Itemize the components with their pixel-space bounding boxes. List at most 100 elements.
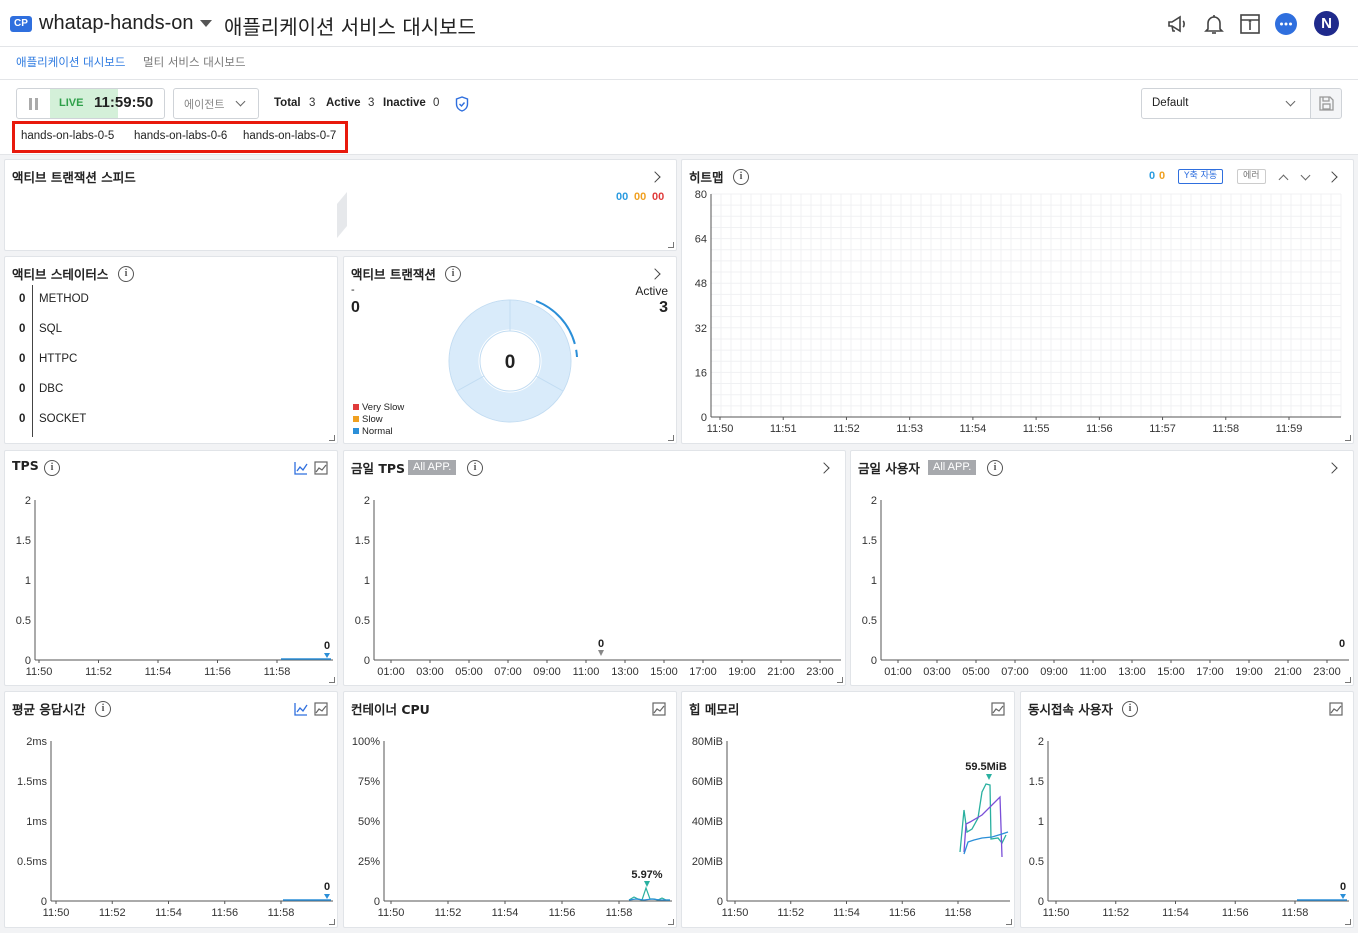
active-transaction-speed-panel: 액티브 트랜잭션 스피드 00 00 00 (4, 159, 677, 251)
y-tick-label: 2ms (26, 736, 47, 748)
project-dropdown-icon[interactable] (200, 20, 212, 27)
agent-select-label: 에이전트 (184, 98, 225, 111)
tab-multi-service-dashboard[interactable]: 멀티 서비스 대시보드 (143, 54, 246, 70)
resize-handle[interactable] (329, 677, 335, 683)
status-value: 0 (19, 413, 26, 425)
tps-panel: TPS i 2 1.5 1 0.5 0 11:50 11:52 11:54 11:56 11:58… (4, 450, 338, 686)
today-users-panel: 금일 사용자 All APP. i 2 1.5 1 0.5 0 01:00 03:00 05:… (850, 450, 1354, 686)
resize-handle[interactable] (1345, 919, 1351, 925)
bell-icon[interactable] (1202, 12, 1226, 36)
last-value-marker (324, 653, 330, 658)
active-count: 3 (659, 299, 668, 316)
x-tick-label: 23:00 (806, 666, 834, 678)
y-tick-label: 1 (871, 575, 877, 587)
y-tick-label: 60MiB (692, 776, 723, 788)
shield-icon[interactable] (455, 96, 469, 112)
resize-handle[interactable] (1345, 677, 1351, 683)
y-tick-label: 32 (695, 323, 707, 335)
user-avatar[interactable]: N (1314, 11, 1339, 36)
x-tick-label: 11:50 (722, 907, 749, 919)
chat-icon[interactable] (1274, 12, 1298, 36)
project-type-badge: CP (10, 16, 32, 32)
tps-chart: 21.510.5011:50 11:52 11:54 11:56 11:580 (16, 495, 333, 678)
pause-icon[interactable] (28, 98, 39, 110)
marker-value-label: 0 (598, 638, 604, 650)
status-value: 0 (19, 323, 26, 335)
info-icon[interactable]: i (445, 266, 461, 282)
container-cpu-chart: 100%75%50%25%011:50 11:52 11:54 11:56 11:585… (352, 736, 672, 919)
y-tick-label: 1 (1038, 816, 1044, 828)
resize-handle[interactable] (1345, 435, 1351, 441)
resize-handle[interactable] (329, 435, 335, 441)
heap-memory-chart: 80MiB60MiB40MiB20MiB011:50 11:52 11:54 11:5… (692, 736, 1010, 919)
x-tick-label: 11:50 (1043, 907, 1070, 919)
layout-select[interactable]: Default (1141, 88, 1311, 119)
dashboard-app: { "header": { "badge": "CP", "project": … (0, 0, 1358, 933)
speed-veryslow-count: 00 (652, 191, 665, 203)
heap-series-line (963, 795, 1003, 858)
live-label: LIVE (59, 97, 84, 109)
resize-handle[interactable] (837, 677, 843, 683)
save-layout-button[interactable] (1310, 88, 1342, 119)
notice-board-icon[interactable] (1238, 12, 1262, 36)
x-tick-label: 11:50 (43, 907, 70, 919)
concurrent-users-chart: 21.510.5011:50 11:52 11:54 11:56 11:580 (1029, 736, 1349, 919)
status-label: SOCKET (39, 413, 87, 425)
agent-select[interactable]: 에이전트 (173, 88, 259, 119)
agent-chip[interactable]: hands-on-labs-0-7 (243, 130, 336, 142)
status-label: METHOD (39, 293, 89, 305)
resize-handle[interactable] (668, 435, 674, 441)
x-tick-label: 11:58 (945, 907, 972, 919)
x-tick-label: 11:56 (1222, 907, 1249, 919)
x-tick-label: 09:00 (1040, 666, 1068, 678)
resize-handle[interactable] (668, 919, 674, 925)
resize-handle[interactable] (668, 242, 674, 248)
x-tick-label: 11:57 (1149, 423, 1176, 435)
y-tick-label: 100% (352, 736, 380, 748)
panel-title: 액티브 스테이터스 (12, 267, 109, 282)
y-tick-label: 1.5ms (17, 776, 47, 788)
heap-memory-panel: 힙 메모리 80MiB 60MiB 40MiB 20MiB 0 11:50 11:52 11:… (681, 691, 1015, 928)
x-tick-label: 17:00 (1196, 666, 1224, 678)
x-tick-label: 11:51 (770, 423, 797, 435)
info-icon[interactable]: i (118, 266, 134, 282)
heatmap-panel: 히트맵 i 0 0 Y축 자동 에러 80 64 48 32 16 0 11:50 11:51… (681, 159, 1354, 444)
x-tick-label: 11:58 (1212, 423, 1239, 435)
y-tick-label: 80MiB (692, 736, 723, 748)
project-name[interactable]: whatap-hands-on (39, 12, 194, 35)
y-tick-label: 0.5 (16, 615, 31, 627)
x-tick-label: 11:56 (1086, 423, 1113, 435)
x-tick-label: 11:54 (833, 907, 860, 919)
x-tick-label: 11:58 (264, 666, 291, 678)
heatmap-chart: 8064483216011:50 11:51 11:52 11:53 11:54 11:5… (695, 189, 1342, 435)
donut-chart: 0 (448, 299, 578, 423)
megaphone-icon[interactable] (1166, 12, 1190, 36)
chevron-down-icon (1285, 96, 1296, 107)
x-tick-label: 13:00 (1118, 666, 1146, 678)
response-time-chart: 2ms 1.5ms 1ms 0.5ms 0 11:50 11:52 11:54 11:56 11:… (17, 736, 333, 919)
peak-value-label: 5.97% (631, 869, 662, 881)
y-tick-label: 1ms (26, 816, 47, 828)
x-tick-label: 21:00 (767, 666, 795, 678)
tab-application-dashboard[interactable]: 애플리케이션 대시보드 (16, 54, 125, 70)
y-tick-label: 0 (364, 655, 370, 667)
speed-slow-count: 00 (634, 191, 647, 203)
chevron-right-icon[interactable] (649, 171, 661, 183)
x-tick-label: 11:59 (1276, 423, 1303, 435)
chevron-right-icon[interactable] (649, 268, 661, 280)
legend-slow: Slow (353, 414, 383, 425)
x-tick-label: 07:00 (1001, 666, 1029, 678)
y-tick-label: 16 (695, 367, 707, 379)
resize-handle[interactable] (1006, 919, 1012, 925)
chevron-down-icon (235, 96, 246, 107)
status-label: SQL (39, 323, 63, 335)
status-value: 0 (19, 293, 26, 305)
y-tick-label: 2 (1038, 736, 1044, 748)
x-tick-label: 13:00 (611, 666, 639, 678)
agent-chip[interactable]: hands-on-labs-0-5 (21, 130, 114, 142)
agent-chip[interactable]: hands-on-labs-0-6 (134, 130, 227, 142)
x-tick-label: 11:54 (145, 666, 172, 678)
resize-handle[interactable] (329, 919, 335, 925)
x-tick-label: 11:58 (268, 907, 295, 919)
active-transaction-panel: 액티브 트랜잭션 i - 0 Active 3 0 Very Slow Slow… (343, 256, 677, 444)
